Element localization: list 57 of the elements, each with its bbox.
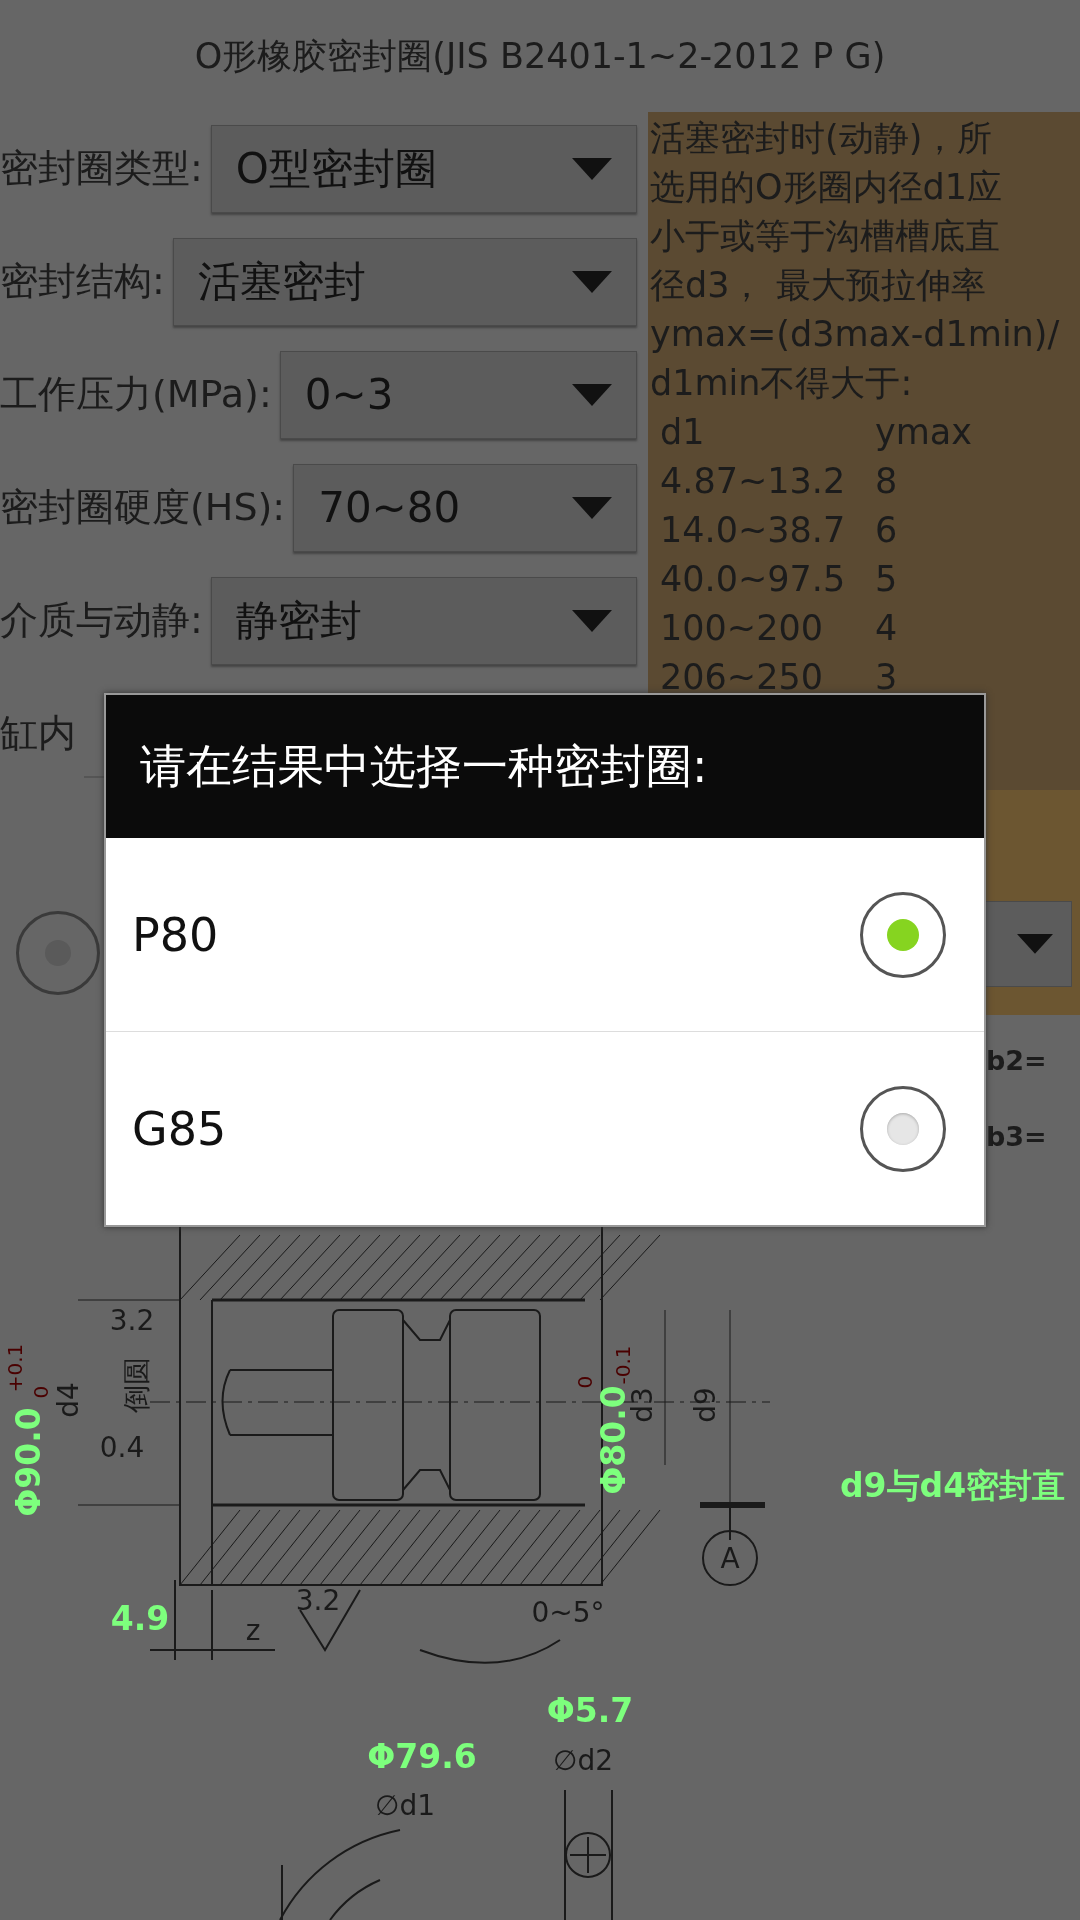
drawing-label: 0~5° bbox=[531, 1596, 605, 1629]
table-cell-text: 4.87~13.2 bbox=[660, 460, 847, 503]
dropdown[interactable]: 70~80 bbox=[293, 463, 637, 552]
dropdown[interactable]: O型密封圈 bbox=[210, 124, 637, 213]
tolerance-value: -0.1 bbox=[611, 1345, 635, 1385]
drawing-label: ∅d1 bbox=[375, 1789, 435, 1822]
dropdown-caret-icon bbox=[572, 383, 612, 406]
note-label: d9与d4密封直 bbox=[840, 1466, 1066, 1505]
drawing-label: 倒圆 bbox=[120, 1357, 153, 1413]
table-cell-text: 14.0~38.7 bbox=[660, 509, 847, 552]
field-label: 缸内 bbox=[0, 710, 76, 757]
dropdown-caret-icon bbox=[572, 496, 612, 519]
dropdown-caret-icon bbox=[572, 609, 612, 632]
dimension-value: 4.9 bbox=[110, 1599, 170, 1638]
field-label: 介质与动静: bbox=[0, 597, 203, 644]
field-label: 密封结构: bbox=[0, 258, 165, 305]
field-label: 密封圈类型: bbox=[0, 145, 203, 192]
table-cell-text: 4 bbox=[875, 607, 899, 650]
table-cell-text: 5 bbox=[875, 558, 899, 601]
dimension-value: Φ79.6 bbox=[367, 1737, 477, 1776]
radio-button[interactable] bbox=[860, 1085, 946, 1172]
drawing-label: 3.2 bbox=[295, 1584, 341, 1617]
drawing-label: 0.4 bbox=[99, 1431, 145, 1464]
table-cell-text: 6 bbox=[875, 509, 899, 552]
tolerance-value: 0 bbox=[573, 1375, 597, 1389]
drawing-label: d4 bbox=[52, 1382, 85, 1418]
table-cell-text: 100~200 bbox=[660, 607, 824, 650]
dropdown[interactable]: 0~3 bbox=[279, 350, 637, 439]
table-cell-text: 40.0~97.5 bbox=[660, 558, 847, 601]
dialog-option[interactable]: G85 bbox=[106, 1031, 984, 1225]
dimension-value: Φ5.7 bbox=[546, 1691, 634, 1730]
dialog-title: 请在结果中选择一种密封圈: bbox=[106, 695, 984, 838]
dropdown-caret-icon bbox=[572, 157, 612, 180]
drawing-label: ∅d2 bbox=[553, 1744, 613, 1777]
dialog-option[interactable]: P80 bbox=[106, 838, 984, 1031]
field-label: 密封圈硬度(HS): bbox=[0, 484, 286, 531]
table-cell-text: 8 bbox=[875, 460, 899, 503]
note-text: 活塞密封时(动静)，所 选用的O形圈内径d1应 小于或等于沟槽槽底直 径d3， 最大预拉伸率 ymax=(d3max-d1min)/ d1min不得大于: bbox=[650, 117, 1061, 405]
drawing-label: 3.2 bbox=[109, 1304, 155, 1337]
dropdown[interactable]: 静密封 bbox=[210, 576, 637, 665]
page-title: O形橡胶密封圈(JIS B2401-1~2-2012 P G) bbox=[193, 34, 887, 78]
table-cell-text: ymax bbox=[875, 411, 973, 454]
drawing-label: d9 bbox=[689, 1387, 722, 1423]
radio-button[interactable] bbox=[860, 891, 946, 978]
drawing-label: z bbox=[245, 1614, 261, 1647]
tolerance-value: 0 bbox=[29, 1385, 53, 1399]
dropdown[interactable]: 活塞密封 bbox=[172, 237, 637, 326]
result-label: b3= bbox=[986, 1121, 1047, 1152]
dropdown-caret-icon bbox=[1017, 934, 1053, 954]
drawing-label: A bbox=[720, 1542, 740, 1575]
field-label: 工作压力(MPa): bbox=[0, 371, 272, 418]
dimension-value: Φ90.0 bbox=[9, 1407, 48, 1517]
table-cell-text: d1 bbox=[660, 411, 706, 454]
result-label: b2= bbox=[986, 1045, 1047, 1076]
tolerance-value: +0.1 bbox=[3, 1343, 27, 1393]
radio-button[interactable] bbox=[16, 910, 100, 995]
dropdown-caret-icon bbox=[572, 270, 612, 293]
